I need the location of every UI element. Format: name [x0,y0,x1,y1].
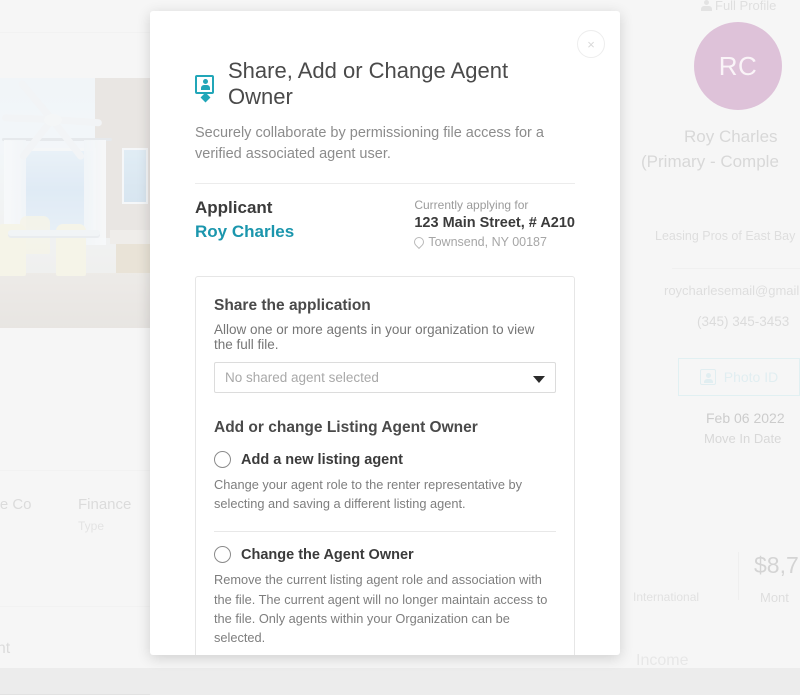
applicant-name[interactable]: Roy Charles [195,222,294,242]
radio-icon[interactable] [214,546,231,563]
property-city: Townsend, NY 00187 [428,235,547,249]
share-section-heading: Share the application [214,297,556,315]
property-city-row: Townsend, NY 00187 [414,235,575,249]
agent-owner-modal: × Share, Add or Change Agent Owner Secur… [150,11,620,655]
radio-description: Remove the current listing agent role an… [214,570,556,647]
applying-for-caption: Currently applying for [414,198,575,212]
radio-option-add-new-listing-agent[interactable]: Add a new listing agent [214,451,556,468]
owner-section-heading: Add or change Listing Agent Owner [214,419,556,437]
permissions-card: Share the application Allow one or more … [195,276,575,655]
applicant-section: Applicant Roy Charles Currently applying… [150,184,620,249]
shared-agent-select-value: No shared agent selected [225,370,379,385]
radio-description: Change your agent role to the renter rep… [214,475,556,513]
modal-header: Share, Add or Change Agent Owner Securel… [150,11,620,184]
chevron-down-icon [533,376,545,383]
property-address: 123 Main Street, # A210 [414,215,575,231]
option-divider [214,531,556,532]
modal-subtitle: Securely collaborate by permissioning fi… [195,123,575,165]
close-icon[interactable]: × [577,30,605,58]
radio-label: Change the Agent Owner [241,547,414,563]
radio-label: Add a new listing agent [241,452,403,468]
agent-badge-icon [195,75,214,94]
modal-title: Share, Add or Change Agent Owner [228,58,575,110]
applicant-left: Applicant Roy Charles [195,198,294,249]
share-section-description: Allow one or more agents in your organiz… [214,322,556,352]
applicant-right: Currently applying for 123 Main Street, … [414,198,575,249]
radio-icon[interactable] [214,451,231,468]
location-pin-icon [412,235,426,249]
radio-option-change-agent-owner[interactable]: Change the Agent Owner [214,546,556,563]
applicant-label: Applicant [195,198,294,218]
shared-agent-select[interactable]: No shared agent selected [214,362,556,393]
